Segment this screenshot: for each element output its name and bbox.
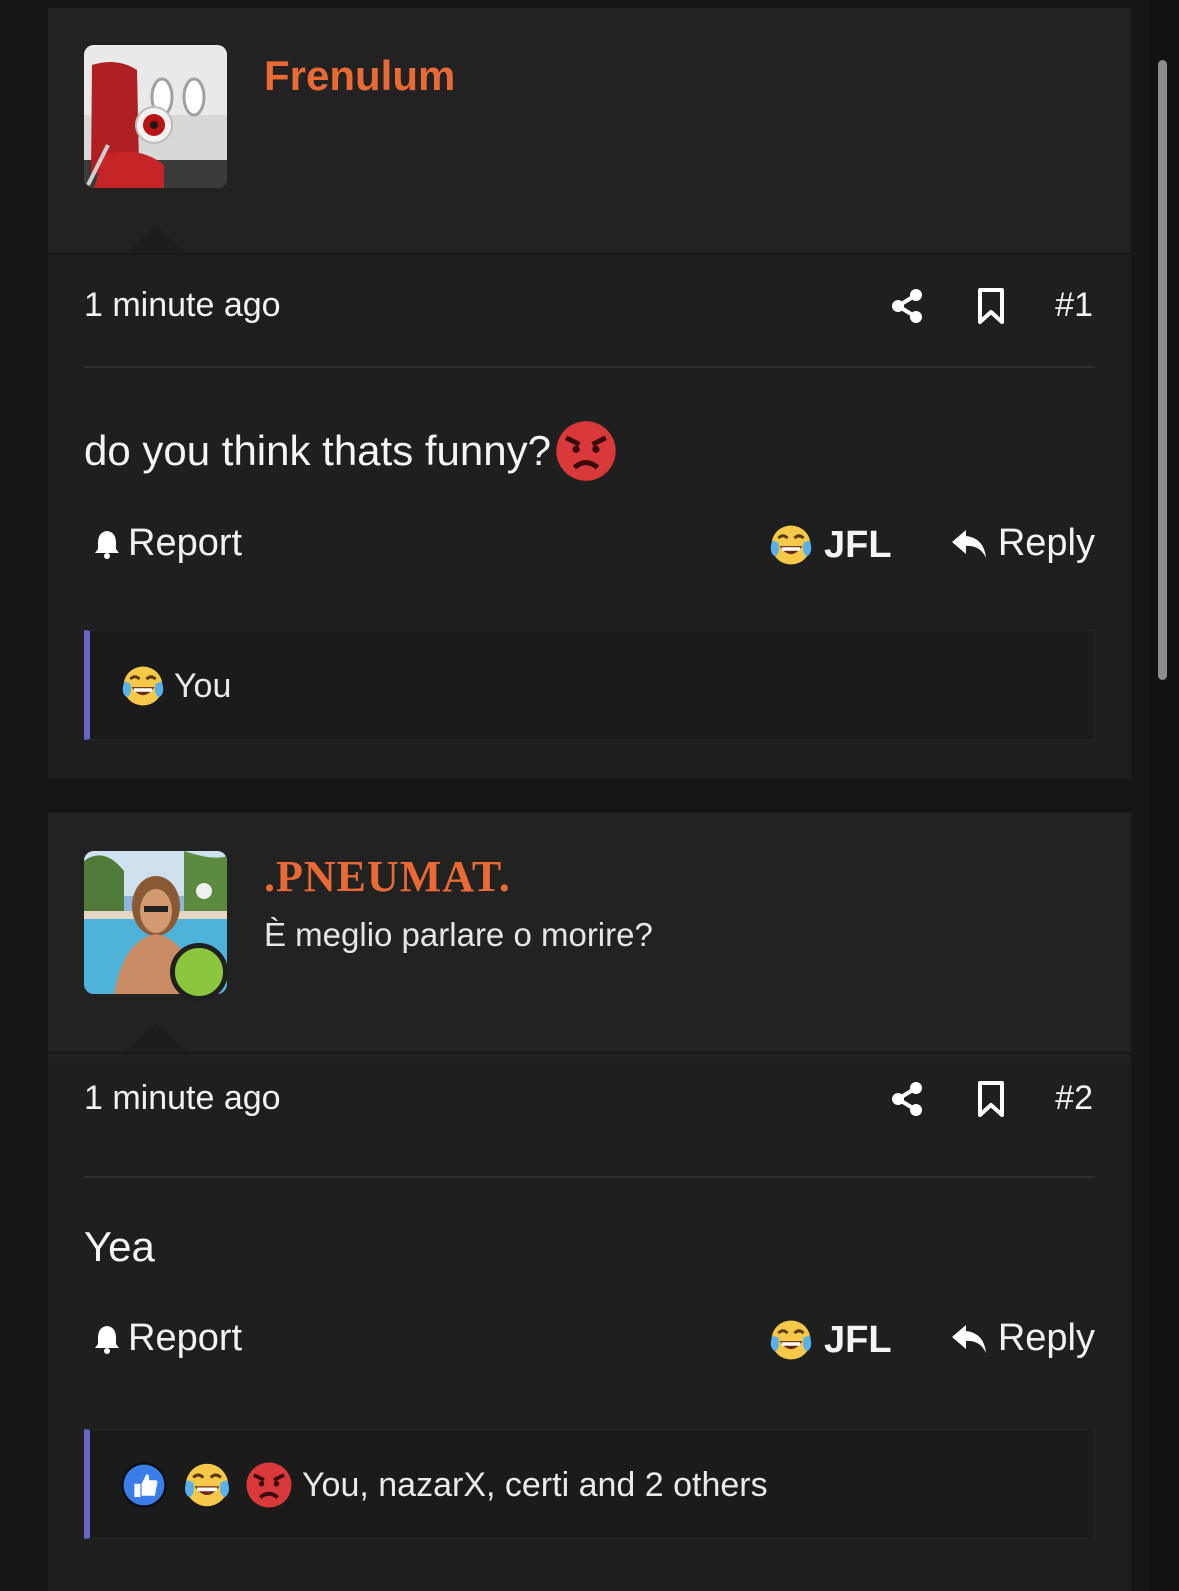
reply-label: Reply	[997, 1317, 1095, 1359]
divider	[48, 253, 1131, 255]
angry-face-icon	[553, 418, 619, 484]
reply-button[interactable]: Reply	[950, 1317, 1095, 1360]
thumbs-up-icon	[120, 1461, 168, 1509]
header-pointer	[124, 1023, 188, 1053]
post-time[interactable]: 1 minute ago	[84, 1079, 281, 1118]
divider	[84, 366, 1095, 368]
reactions-summary[interactable]: You	[84, 630, 1095, 740]
report-button[interactable]: Report	[92, 1317, 242, 1360]
report-label: Report	[128, 1317, 243, 1359]
post-2: .PNEUMAT. È meglio parlare o morire? 1 m…	[48, 813, 1131, 1591]
scrollbar-thumb[interactable]	[1158, 60, 1167, 680]
reactions-text: You	[174, 666, 232, 705]
reply-label: Reply	[997, 522, 1095, 564]
bookmark-icon[interactable]	[976, 287, 1006, 325]
share-icon[interactable]	[890, 288, 924, 324]
header-pointer	[124, 225, 188, 255]
post-time[interactable]: 1 minute ago	[84, 286, 281, 325]
report-label: Report	[128, 522, 243, 564]
jfl-label: JFL	[824, 523, 892, 566]
jfl-reaction-button[interactable]: JFL	[768, 522, 892, 568]
laughing-crying-icon	[182, 1460, 232, 1510]
share-icon[interactable]	[890, 1081, 924, 1117]
post-body-text: do you think thats funny?	[84, 427, 551, 474]
divider	[48, 1052, 1131, 1054]
reply-arrow-icon	[950, 526, 990, 562]
jfl-label: JFL	[824, 1318, 892, 1361]
reactions-summary[interactable]: You, nazarX, certi and 2 others	[84, 1429, 1095, 1539]
avatar[interactable]	[84, 45, 227, 188]
laughing-crying-icon	[768, 522, 814, 568]
username[interactable]: .PNEUMAT.	[264, 851, 511, 902]
angry-face-icon	[244, 1460, 294, 1510]
user-title: È meglio parlare o morire?	[264, 916, 653, 953]
username[interactable]: Frenulum	[264, 52, 455, 100]
online-status-indicator	[170, 943, 228, 1001]
bell-icon	[92, 528, 122, 560]
divider	[84, 1176, 1095, 1178]
post-number[interactable]: #1	[1055, 286, 1093, 325]
post-body: do you think thats funny?	[84, 418, 619, 484]
post-body: Yea	[84, 1223, 155, 1270]
jfl-reaction-button[interactable]: JFL	[768, 1317, 892, 1363]
bookmark-icon[interactable]	[976, 1080, 1006, 1118]
post-number[interactable]: #2	[1055, 1079, 1093, 1118]
reactions-text: You, nazarX, certi and 2 others	[302, 1465, 768, 1504]
bell-icon	[92, 1323, 122, 1355]
report-button[interactable]: Report	[92, 522, 242, 565]
post-1: Frenulum 1 minute ago #1 do you think th…	[48, 8, 1131, 778]
laughing-crying-icon	[120, 663, 166, 709]
laughing-crying-icon	[768, 1317, 814, 1363]
reply-button[interactable]: Reply	[950, 522, 1095, 565]
reply-arrow-icon	[950, 1321, 990, 1357]
